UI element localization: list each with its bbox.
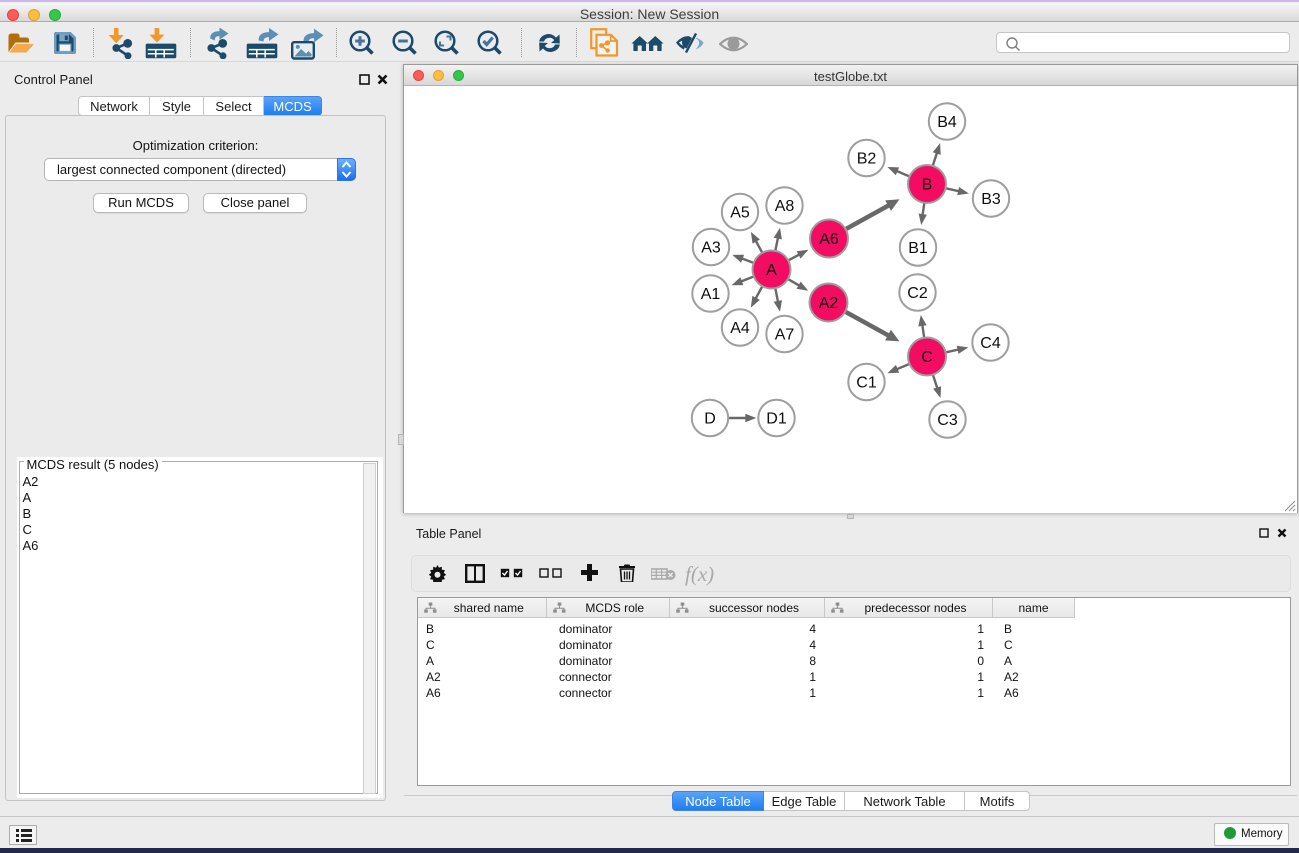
svg-text:C2: C2	[907, 285, 928, 302]
svg-text:A2: A2	[819, 295, 839, 312]
svg-text:B2: B2	[857, 151, 877, 168]
svg-text:C: C	[921, 349, 933, 366]
svg-text:A8: A8	[775, 198, 795, 215]
svg-text:B3: B3	[981, 191, 1001, 208]
svg-text:A6: A6	[819, 231, 839, 248]
svg-text:B: B	[922, 177, 933, 194]
svg-text:D1: D1	[766, 411, 787, 428]
svg-text:C3: C3	[937, 412, 958, 429]
svg-text:A4: A4	[730, 320, 750, 337]
svg-text:D: D	[704, 411, 716, 428]
svg-text:A7: A7	[775, 327, 795, 344]
svg-text:B4: B4	[937, 114, 957, 131]
svg-text:B1: B1	[908, 240, 928, 257]
svg-text:C4: C4	[980, 335, 1001, 352]
svg-text:A3: A3	[701, 240, 721, 257]
svg-text:A5: A5	[730, 205, 750, 222]
svg-text:A1: A1	[701, 286, 721, 303]
svg-text:C1: C1	[856, 375, 877, 392]
svg-text:A: A	[766, 262, 777, 279]
